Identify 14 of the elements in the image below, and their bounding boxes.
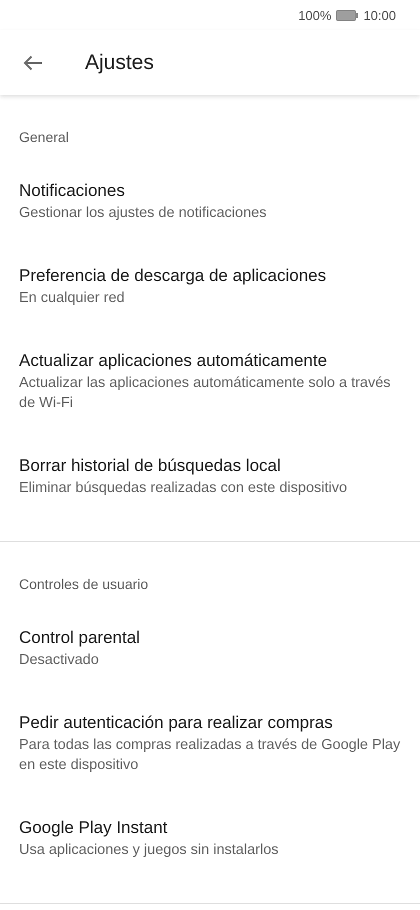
- settings-item[interactable]: Google Play Instant Usa aplicaciones y juegos sin instalarlos: [0, 802, 420, 887]
- settings-item[interactable]: Control parental Desactivado: [0, 612, 420, 697]
- section-header: Controles de usuario: [18, 575, 150, 594]
- battery-icon: [336, 10, 358, 20]
- back-icon[interactable]: [23, 54, 43, 70]
- battery-percent: 100%: [298, 8, 332, 22]
- settings-item[interactable]: Borrar historial de búsquedas local Eliminar búsquedas realizadas con este dispositivo: [0, 440, 420, 525]
- clock: 10:00: [363, 8, 396, 22]
- settings-item[interactable]: Actualizar aplicaciones automáticamente Actualizar las aplicaciones automáticamente solo a través de Wi-Fi: [0, 335, 420, 440]
- screen-title: Ajustes: [85, 50, 154, 74]
- settings-item[interactable]: Pedir autenticación para realizar compras Para todas las compras realizadas a través de Google Play en este dispositivo: [0, 697, 420, 802]
- settings-item[interactable]: Preferencia de descarga de aplicaciones En cualquier red: [0, 250, 420, 335]
- section-header: General: [18, 128, 70, 147]
- settings-item[interactable]: Notificaciones Gestionar los ajustes de notificaciones: [0, 165, 420, 250]
